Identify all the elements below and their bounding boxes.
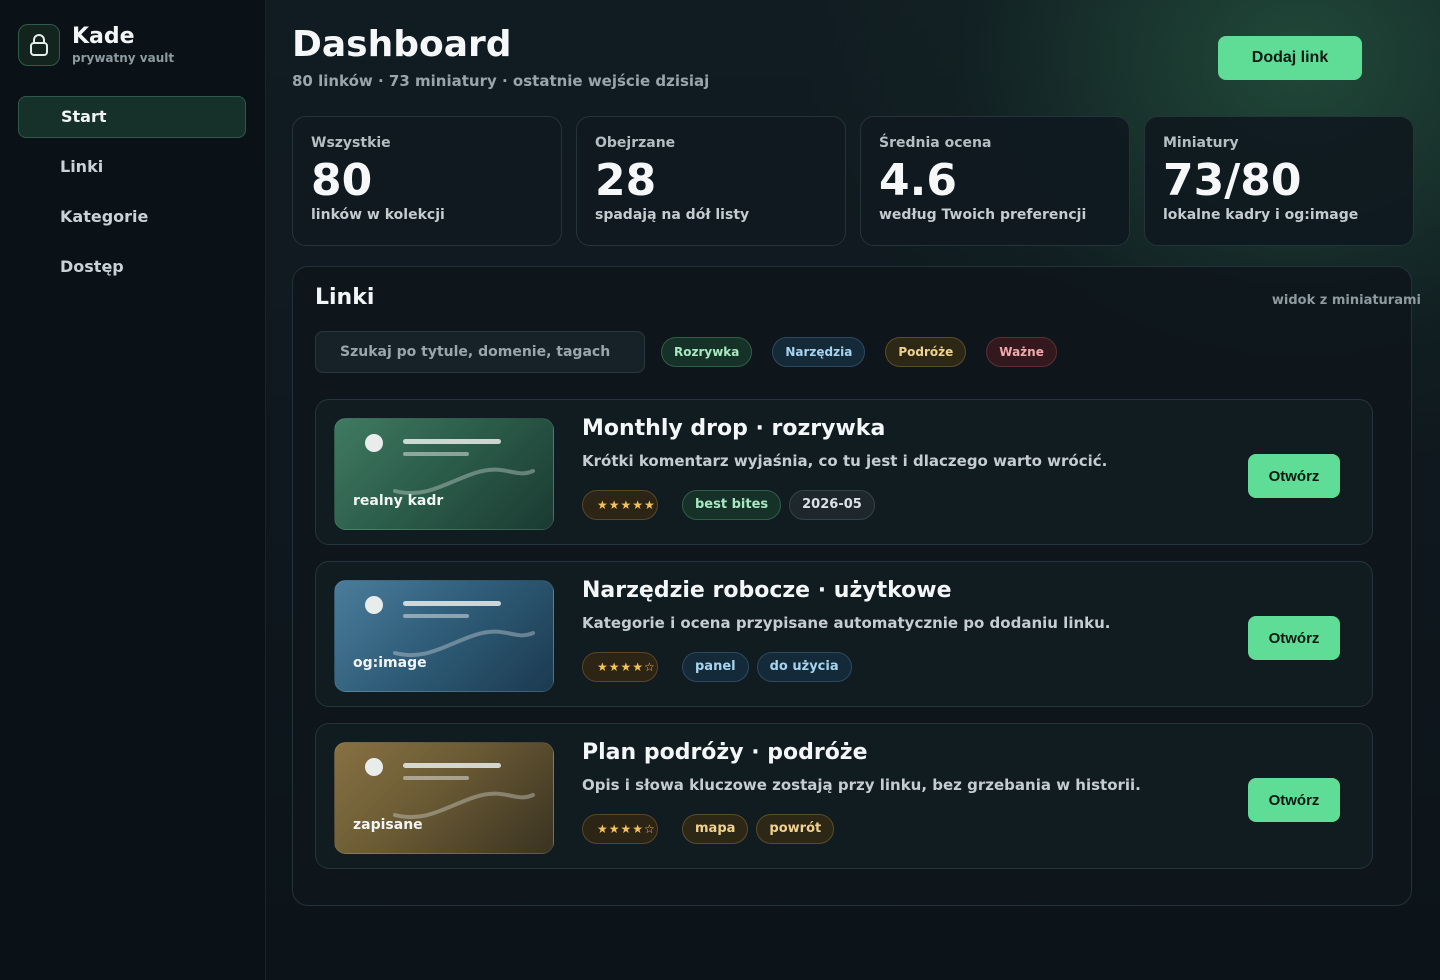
link-tags: ★★★★☆ mapa powrót bbox=[582, 814, 842, 844]
rating-stars: ★★★★☆ bbox=[582, 652, 658, 682]
stat-label: Miniatury bbox=[1163, 135, 1239, 151]
stat-card-rating: Średnia ocena 4.6 według Twoich preferen… bbox=[860, 116, 1130, 246]
stat-desc: lokalne kadry i og:image bbox=[1163, 207, 1359, 223]
link-description: Krótki komentarz wyjaśnia, co tu jest i … bbox=[582, 452, 1108, 470]
sidebar-item-start[interactable]: Start bbox=[18, 96, 246, 138]
tag-badge: do użycia bbox=[756, 652, 852, 682]
stat-card-watched: Obejrzane 28 spadają na dół listy bbox=[576, 116, 846, 246]
filter-chip-rozrywka[interactable]: Rozrywka bbox=[661, 337, 753, 367]
link-title[interactable]: Plan podróży · podróże bbox=[582, 740, 868, 765]
stat-value: 4.6 bbox=[879, 155, 957, 206]
brand: Kade prywatny vault bbox=[18, 24, 174, 66]
link-title[interactable]: Monthly drop · rozrywka bbox=[582, 416, 885, 441]
thumbnail-label: zapisane bbox=[353, 817, 423, 833]
stat-desc: linków w kolekcji bbox=[311, 207, 445, 223]
filter-chip-narzedzia[interactable]: Narzędzia bbox=[772, 337, 866, 367]
filter-chips: Rozrywka Narzędzia Podróże Ważne bbox=[661, 337, 1077, 367]
page-title: Dashboard bbox=[292, 24, 512, 65]
link-description: Kategorie i ocena przypisane automatyczn… bbox=[582, 614, 1111, 632]
sidebar-item-kategorie[interactable]: Kategorie bbox=[18, 196, 246, 238]
link-title[interactable]: Narzędzie robocze · użytkowe bbox=[582, 578, 952, 603]
search-input[interactable] bbox=[315, 331, 645, 373]
thumbnail-placeholder-icon bbox=[365, 758, 535, 820]
thumbnail-placeholder-icon bbox=[365, 434, 535, 496]
stat-label: Obejrzane bbox=[595, 135, 676, 151]
stat-label: Wszystkie bbox=[311, 135, 391, 151]
date-badge: 2026-05 bbox=[789, 490, 875, 520]
sidebar-item-linki[interactable]: Linki bbox=[18, 146, 246, 188]
link-thumbnail: zapisane bbox=[334, 742, 554, 854]
stat-value: 28 bbox=[595, 155, 657, 206]
tag-badge: panel bbox=[682, 652, 749, 682]
tag-badge: best bites bbox=[682, 490, 782, 520]
link-thumbnail: realny kadr bbox=[334, 418, 554, 530]
brand-name: Kade bbox=[72, 24, 135, 49]
stat-card-all: Wszystkie 80 linków w kolekcji bbox=[292, 116, 562, 246]
page-subtitle: 80 linków · 73 miniatury · ostatnie wejś… bbox=[292, 72, 710, 90]
links-panel-title: Linki bbox=[315, 285, 375, 310]
links-panel: Linki widok z miniaturami Rozrywka Narzę… bbox=[292, 266, 1421, 906]
thumbnail-placeholder-icon bbox=[365, 596, 535, 658]
stat-label: Średnia ocena bbox=[879, 135, 992, 151]
link-card: realny kadr Monthly drop · rozrywka Krót… bbox=[315, 399, 1373, 545]
thumbnail-label: og:image bbox=[353, 655, 427, 671]
sidebar-nav: Start Linki Kategorie Dostęp bbox=[18, 96, 246, 296]
open-link-button[interactable]: Otwórz bbox=[1248, 778, 1340, 822]
link-description: Opis i słowa kluczowe zostają przy linku… bbox=[582, 776, 1141, 794]
add-link-button[interactable]: Dodaj link bbox=[1218, 36, 1362, 80]
tag-badge: powrót bbox=[756, 814, 835, 844]
stat-value: 80 bbox=[311, 155, 373, 206]
filter-chip-wazne[interactable]: Ważne bbox=[986, 337, 1057, 367]
link-thumbnail: og:image bbox=[334, 580, 554, 692]
stats-row: Wszystkie 80 linków w kolekcji Obejrzane… bbox=[292, 116, 1414, 246]
thumbnail-label: realny kadr bbox=[353, 493, 444, 509]
sidebar-item-dostep[interactable]: Dostęp bbox=[18, 246, 246, 288]
link-tags: ★★★★★ best bites 2026-05 bbox=[582, 490, 883, 520]
stat-desc: spadają na dół listy bbox=[595, 207, 750, 223]
link-card: og:image Narzędzie robocze · użytkowe Ka… bbox=[315, 561, 1373, 707]
open-link-button[interactable]: Otwórz bbox=[1248, 454, 1340, 498]
open-link-button[interactable]: Otwórz bbox=[1248, 616, 1340, 660]
lock-icon bbox=[18, 24, 60, 66]
view-mode-label: widok z miniaturami bbox=[1271, 293, 1421, 308]
rating-stars: ★★★★★ bbox=[582, 490, 658, 520]
link-card: zapisane Plan podróży · podróże Opis i s… bbox=[315, 723, 1373, 869]
filter-chip-podroze[interactable]: Podróże bbox=[885, 337, 967, 367]
stat-desc: według Twoich preferencji bbox=[879, 207, 1087, 223]
rating-stars: ★★★★☆ bbox=[582, 814, 658, 844]
link-tags: ★★★★☆ panel do użycia bbox=[582, 652, 860, 682]
brand-subtitle: prywatny vault bbox=[72, 51, 175, 65]
sidebar: Kade prywatny vault Start Linki Kategori… bbox=[0, 0, 266, 980]
stat-value: 73/80 bbox=[1163, 155, 1302, 206]
tag-badge: mapa bbox=[682, 814, 749, 844]
stat-card-thumbnails: Miniatury 73/80 lokalne kadry i og:image bbox=[1144, 116, 1414, 246]
